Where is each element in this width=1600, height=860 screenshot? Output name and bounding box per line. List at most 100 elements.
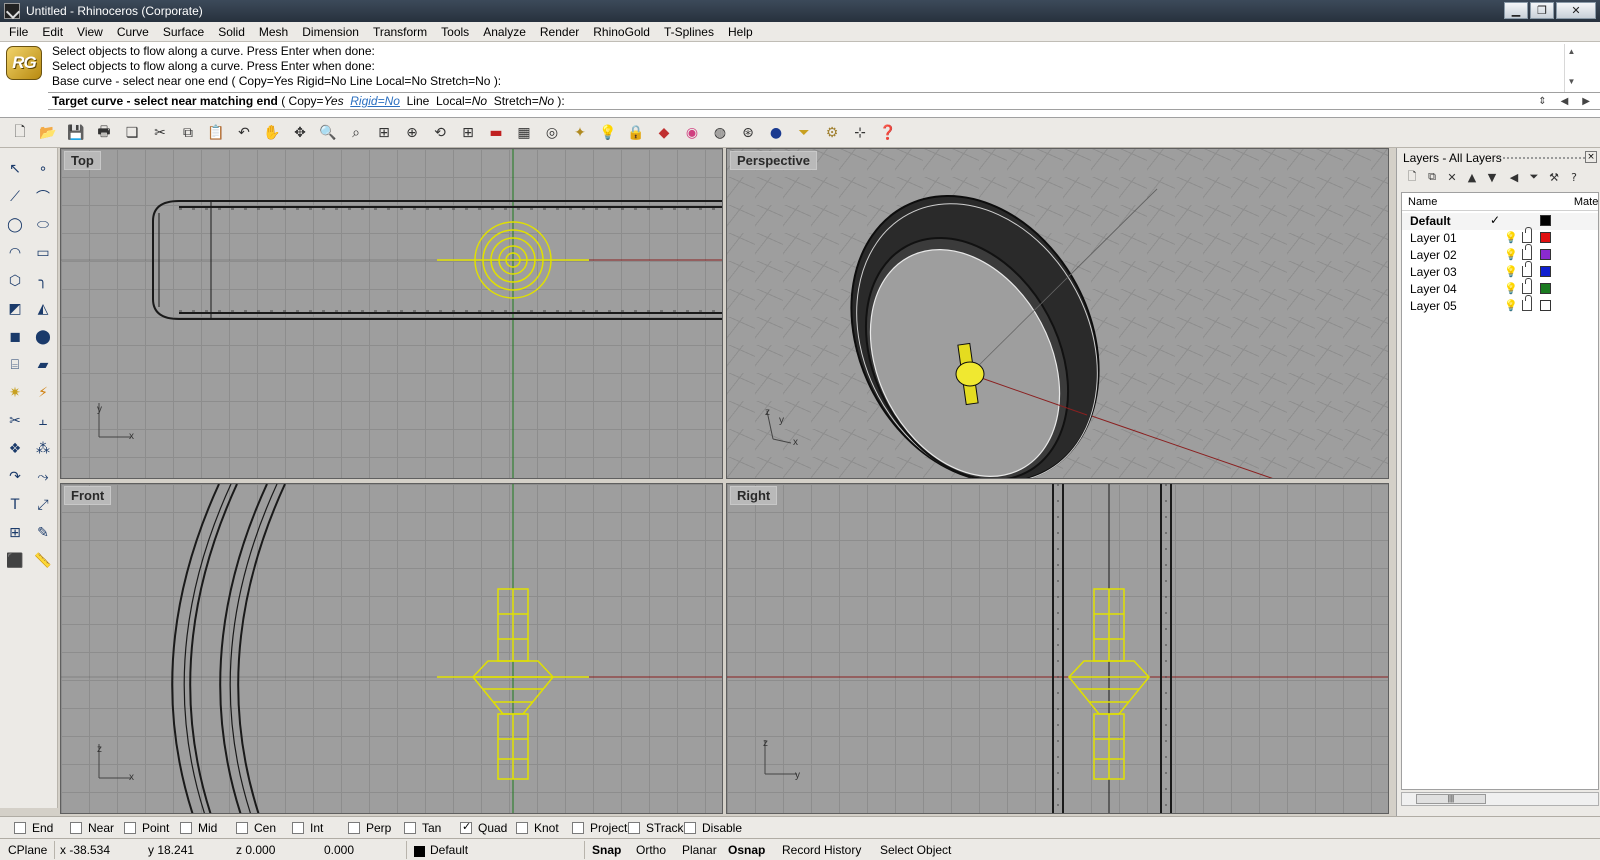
undo-view-icon[interactable]: ⟲ (430, 124, 450, 142)
layers-horizontal-scrollbar[interactable]: ||| (1401, 792, 1599, 806)
car-icon[interactable]: ▬ (486, 124, 506, 142)
save-icon[interactable]: 💾 (66, 124, 86, 142)
layer-row-02[interactable]: Layer 02 💡 (1402, 244, 1598, 264)
array-icon[interactable]: ⊞ (4, 522, 26, 544)
rotate-view-icon[interactable]: ✥ (290, 124, 310, 142)
checkbox[interactable] (70, 822, 82, 834)
boolean-union-icon[interactable]: ⬤ (32, 326, 54, 348)
panel-close-icon[interactable]: × (1585, 151, 1597, 163)
point-icon[interactable]: ∘ (32, 158, 54, 180)
layer-on-bulb-icon[interactable]: 💡 (1504, 248, 1518, 261)
checkbox[interactable] (236, 822, 248, 834)
cylinder-icon[interactable]: ⌸ (4, 354, 26, 376)
osnap-point[interactable]: Point (124, 821, 169, 835)
layer-unlock-icon[interactable] (1522, 278, 1532, 294)
layer-row-default[interactable]: Default ✓ (1402, 213, 1598, 230)
tools-icon[interactable]: ⚒ (1547, 170, 1561, 184)
menu-surface[interactable]: Surface (156, 25, 211, 39)
polygon-icon[interactable]: ⬡ (4, 270, 26, 292)
viewport-front[interactable]: Front z x (60, 483, 723, 814)
undo-icon[interactable]: ↶ (234, 124, 254, 142)
layer-on-bulb-icon[interactable]: 💡 (1504, 299, 1518, 312)
planar-toggle[interactable]: Planar (682, 843, 717, 857)
ortho-toggle[interactable]: Ortho (636, 843, 666, 857)
checkbox[interactable] (404, 822, 416, 834)
menu-transform[interactable]: Transform (366, 25, 434, 39)
layer-color-swatch[interactable] (1540, 283, 1551, 294)
pan-hand-icon[interactable]: ✋ (262, 124, 282, 142)
layer-on-bulb-icon[interactable]: 💡 (1504, 231, 1518, 244)
help-icon[interactable]: ❓ (878, 124, 898, 142)
text-icon[interactable]: T (4, 494, 26, 516)
checkbox-checked[interactable] (460, 820, 472, 834)
checkbox[interactable] (628, 822, 640, 834)
gear-icon[interactable]: ⚙ (822, 124, 842, 142)
layer-unlock-icon[interactable] (1522, 295, 1532, 311)
option-stretch-value[interactable]: No (539, 94, 554, 108)
spinner-icon[interactable]: ⇕ (1538, 94, 1546, 110)
osnap-cen[interactable]: Cen (236, 821, 276, 835)
osnap-quad[interactable]: Quad (460, 820, 507, 835)
print-icon[interactable]: 🖶 (94, 124, 114, 142)
copy-icon[interactable]: ⧉ (178, 124, 198, 142)
zoom-extents-icon[interactable]: ⊞ (374, 124, 394, 142)
layer-color-swatch[interactable] (1540, 266, 1551, 277)
column-material[interactable]: Mater (1574, 196, 1598, 208)
scrollbar-thumb[interactable]: ||| (1416, 794, 1486, 804)
filter-icon[interactable]: ⏷ (1527, 170, 1541, 184)
rebuild-icon[interactable]: ↷ (4, 466, 26, 488)
option-copy-key[interactable]: Copy= (289, 94, 324, 108)
layer-color-icon[interactable]: ◆ (654, 124, 674, 142)
menu-tsplines[interactable]: T-Splines (657, 25, 721, 39)
menu-tools[interactable]: Tools (434, 25, 476, 39)
osnap-target-icon[interactable]: ◎ (542, 124, 562, 142)
checkbox[interactable] (14, 822, 26, 834)
menu-view[interactable]: View (70, 25, 110, 39)
light-bulb-icon[interactable]: 💡 (598, 124, 618, 142)
move-down-icon[interactable]: ▼ (1485, 170, 1499, 184)
current-layer-swatch[interactable] (414, 846, 425, 857)
osnap-disable[interactable]: Disable (684, 821, 742, 835)
circle-icon[interactable]: ◯ (4, 214, 26, 236)
menu-rhinogold[interactable]: RhinoGold (586, 25, 657, 39)
layer-row-03[interactable]: Layer 03 💡 (1402, 261, 1598, 281)
viewport-label-right[interactable]: Right (730, 486, 778, 505)
layer-color-swatch[interactable] (1540, 232, 1551, 243)
layer-row-04[interactable]: Layer 04 💡 (1402, 278, 1598, 298)
solid-box-icon[interactable]: ⬛ (4, 550, 26, 572)
help-icon[interactable]: ? (1567, 170, 1581, 184)
layer-on-bulb-icon[interactable]: 💡 (1504, 265, 1518, 278)
option-rigid-link[interactable]: Rigid=No (350, 94, 400, 108)
checkbox[interactable] (180, 822, 192, 834)
checkbox[interactable] (516, 822, 528, 834)
curve-icon[interactable]: ⌒ (32, 186, 54, 208)
history-right-arrow-icon[interactable]: ▶ (1582, 94, 1590, 110)
viewport-label-top[interactable]: Top (64, 151, 101, 170)
render-sphere-icon[interactable]: ● (766, 124, 786, 142)
layer-color-swatch[interactable] (1540, 249, 1551, 260)
menu-file[interactable]: File (2, 25, 35, 39)
checkbox[interactable] (124, 822, 136, 834)
history-scrollbar[interactable]: ▲ ▼ (1564, 44, 1578, 92)
layer-unlock-icon[interactable] (1522, 227, 1532, 243)
lock-icon[interactable]: 🔒 (626, 124, 646, 142)
ungroup-icon[interactable]: ⁂ (32, 438, 54, 460)
option-local-value[interactable]: No (472, 94, 487, 108)
new-file-icon[interactable]: 🗋 (10, 124, 30, 142)
layers-panel-header[interactable]: Layers - All Layers × (1397, 148, 1600, 168)
option-line[interactable]: Line (407, 94, 430, 108)
snap-toggle[interactable]: Snap (592, 843, 621, 857)
osnap-tan[interactable]: Tan (404, 821, 441, 835)
checkbox[interactable] (348, 822, 360, 834)
page-layout-icon[interactable]: ❏ (122, 124, 142, 142)
select-points-icon[interactable]: ✦ (570, 124, 590, 142)
trim-icon[interactable]: ✂ (4, 410, 26, 432)
zoom-window-icon[interactable]: ⌕ (346, 124, 366, 142)
arc-icon[interactable]: ◠ (4, 242, 26, 264)
offset-curve-icon[interactable]: ⤳ (32, 466, 54, 488)
option-local-key[interactable]: Local= (436, 94, 472, 108)
zoom-selected-icon[interactable]: ⊕ (402, 124, 422, 142)
maximize-button[interactable]: ❐ (1530, 2, 1554, 19)
osnap-toggle[interactable]: Osnap (728, 843, 765, 857)
checkbox[interactable] (684, 822, 696, 834)
